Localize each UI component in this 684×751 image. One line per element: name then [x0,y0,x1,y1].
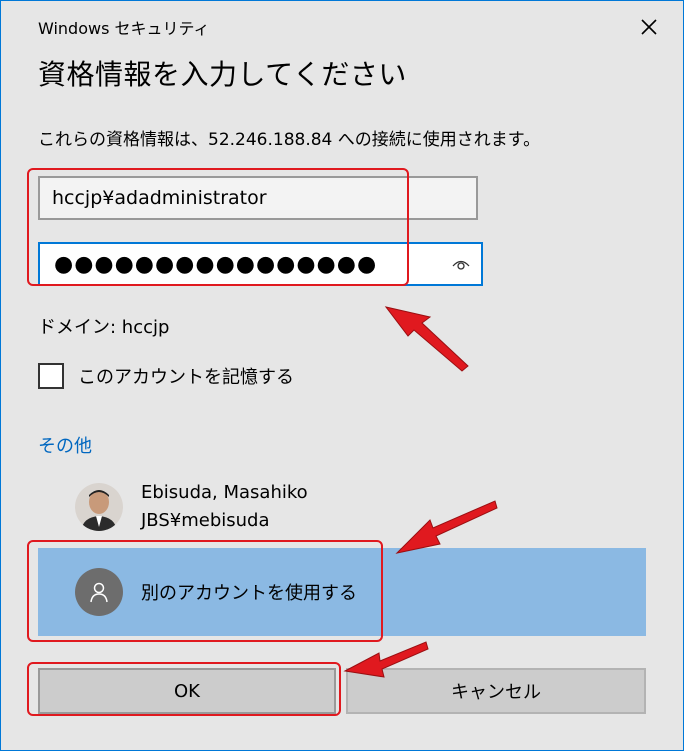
account-display-name: Ebisuda, Masahiko [141,482,308,503]
account-username: JBS¥mebisuda [141,510,270,531]
remember-checkbox[interactable] [38,363,64,389]
reveal-password-icon[interactable] [451,256,471,272]
remember-account-checkbox-row[interactable]: このアカウントを記憶する [38,363,294,389]
account-option-ebisuda[interactable]: Ebisuda, Masahiko JBS¥mebisuda [75,479,308,535]
cancel-button[interactable]: キャンセル [346,668,646,714]
dialog-heading: 資格情報を入力してください [38,58,407,91]
highlight-other-account [27,540,383,642]
close-button[interactable] [631,11,667,43]
more-choices-link[interactable]: その他 [38,432,92,458]
connection-description: これらの資格情報は、52.246.188.84 への接続に使用されます。 [38,130,541,150]
highlight-ok-button [27,662,341,716]
window-title: Windows セキュリティ [38,19,210,38]
remember-label: このアカウントを記憶する [78,367,294,388]
highlight-credentials [27,168,409,286]
domain-label: ドメイン: hccjp [38,317,170,338]
close-icon [641,19,657,35]
avatar [75,483,123,531]
